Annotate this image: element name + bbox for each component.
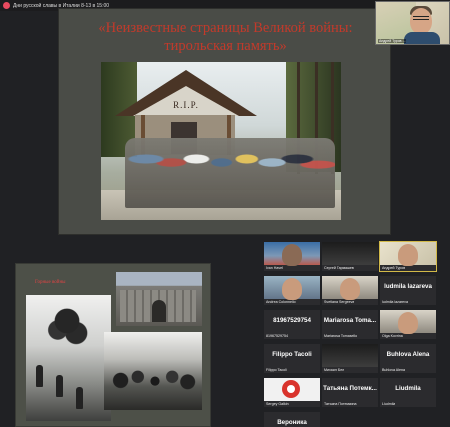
participant-name-label: Filippo Tacoli [266, 368, 287, 372]
participant-display-name: ludmila lazareva [384, 283, 432, 290]
participant-name-label: Mariarosa Tomasello [324, 334, 358, 338]
shared-screen-slide: «Неизвестные страницы Великой войны: тир… [58, 8, 391, 235]
participant-display-name: Liudmila [395, 385, 421, 392]
participant-video [322, 276, 378, 300]
participant-display-name: 81967529754 [273, 317, 311, 324]
participant-face [398, 244, 418, 266]
mountain-soldiers-photo [26, 295, 111, 421]
fortress-ruins-photo [116, 272, 202, 326]
participant-tile[interactable]: Андрей Туров [379, 241, 437, 272]
participant-face [282, 278, 302, 300]
participant-tile[interactable]: ludmila lazareva ludmila lazareva [380, 276, 436, 305]
chapel-group-photo: R.I.P. [101, 62, 341, 220]
participant-tile[interactable]: Татьяна Потемк... Татьяна Потемкина [322, 378, 378, 407]
participant-name-label: Svetlana Sergeeva [324, 300, 355, 304]
participant-face [282, 244, 302, 266]
participant-name-label: Сергей Гармашев [324, 266, 354, 270]
participant-display-name: Filippo Tacoli [272, 351, 312, 358]
participant-face [340, 278, 360, 300]
participant-tile[interactable]: Buhlova Alena Buhlova Alena [380, 344, 436, 373]
participant-video [380, 310, 436, 334]
participant-tile[interactable]: ВероникаВероника [264, 412, 320, 427]
second-slide-caption: Горные войны [35, 280, 66, 285]
slide-title-line-2: тирольская память» [164, 38, 287, 54]
participant-video [264, 276, 320, 300]
participant-name-label: Ivan Havel [266, 266, 283, 270]
second-shared-slide: Горные войны [15, 263, 211, 427]
participant-display-name: Татьяна Потемк... [323, 385, 377, 392]
participant-display-name: Buhlova Alena [386, 351, 430, 358]
participant-name-label: Buhlova Alena [382, 368, 405, 372]
chapel-sign: R.I.P. [173, 100, 199, 110]
participant-name-label: Liudmila [382, 402, 396, 406]
participant-name-label: Михаил Бел [324, 368, 345, 372]
profile-logo-icon [282, 380, 300, 398]
slide-title: «Неизвестные страницы Великой войны: тир… [79, 19, 372, 55]
participant-name-label: 81967529754 [266, 334, 288, 338]
participant-tile[interactable]: Ivan Havel [264, 242, 320, 271]
participant-tile[interactable]: Andrea Colonnello [264, 276, 320, 305]
participant-name-label: ludmila lazareva [382, 300, 408, 304]
participant-name-label: Sergey Galkin [266, 402, 289, 406]
participant-face [398, 312, 418, 334]
participant-tile[interactable]: Filippo Tacoli Filippo Tacoli [264, 344, 320, 373]
participant-tile[interactable]: Olga Kovrina [380, 310, 436, 339]
participant-video [264, 378, 320, 401]
group-of-people [125, 138, 335, 208]
participant-name-label: Olga Kovrina [382, 334, 403, 338]
participant-video [264, 242, 320, 266]
participant-display-name: Mariarosa Toma... [323, 317, 377, 324]
participant-display-name: Вероника [277, 419, 307, 426]
zoom-app-icon [3, 2, 10, 9]
participant-video [322, 242, 378, 265]
participant-tile[interactable]: Svetlana Sergeeva [322, 276, 378, 305]
participant-tile[interactable]: Mariarosa Toma... Mariarosa Tomasello [322, 310, 378, 339]
participant-tile[interactable]: 81967529754 81967529754 [264, 310, 320, 339]
participant-name-label: Татьяна Потемкина [324, 402, 357, 406]
participant-tile[interactable]: Михаил Бел [322, 344, 378, 373]
participant-tile[interactable]: Сергей Гармашев [322, 242, 378, 271]
active-speaker-video[interactable]: Андрей Туров ... [375, 1, 450, 45]
soldiers-group-photo [104, 332, 202, 410]
participant-video [322, 344, 378, 367]
active-speaker-label: Андрей Туров ... [378, 39, 407, 43]
participant-name-label: Andrea Colonnello [266, 300, 296, 304]
participant-video [380, 242, 436, 266]
participant-tile[interactable]: Liudmila Liudmila [380, 378, 436, 407]
slide-title-line-1: «Неизвестные страницы Великой войны: [98, 20, 353, 36]
participant-name-label: Андрей Туров [382, 266, 406, 270]
participant-tile[interactable]: Sergey Galkin [264, 378, 320, 407]
